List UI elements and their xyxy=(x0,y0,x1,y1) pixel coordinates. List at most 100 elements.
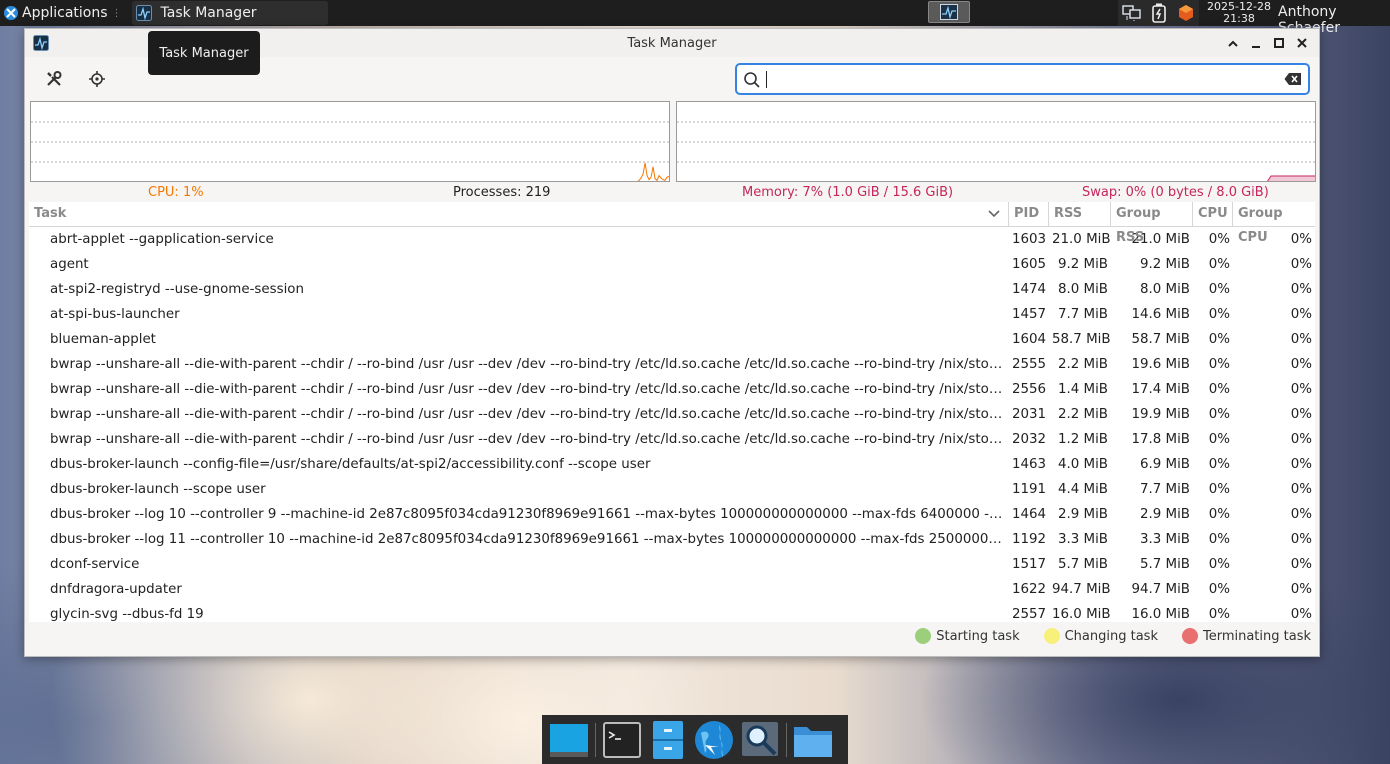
close-button[interactable] xyxy=(1290,35,1313,51)
dock xyxy=(542,715,848,764)
cell-grss: 8.0 MiB xyxy=(1139,282,1190,297)
cell-pid: 1604 xyxy=(1012,332,1047,347)
network-icon[interactable] xyxy=(1118,0,1145,26)
column-header-group-cpu[interactable]: Group CPU xyxy=(1233,202,1315,245)
table-row[interactable]: agent 1605 9.2 MiB 9.2 MiB 0% 0% xyxy=(29,252,1315,277)
dock-separator xyxy=(595,722,596,757)
cell-pid: 2555 xyxy=(1012,357,1047,372)
shade-button[interactable] xyxy=(1221,35,1244,51)
cell-cpu: 0% xyxy=(1208,407,1230,422)
table-row[interactable]: at-spi-bus-launcher 1457 7.7 MiB 14.6 MiB 0%… xyxy=(29,302,1315,327)
table-row[interactable]: dbus-broker --log 11 --controller 10 --m… xyxy=(29,527,1315,552)
applications-menu[interactable]: Applications ⋮ xyxy=(0,0,128,26)
table-row[interactable]: dbus-broker-launch --config-file=/usr/sh… xyxy=(29,452,1315,477)
cell-task: bwrap --unshare-all --die-with-parent --… xyxy=(50,357,1009,372)
cell-grss: 94.7 MiB xyxy=(1131,582,1190,597)
cell-task: bwrap --unshare-all --die-with-parent --… xyxy=(50,407,1009,422)
cell-grss: 19.6 MiB xyxy=(1131,357,1190,372)
search-icon[interactable] xyxy=(737,717,783,763)
table-row[interactable]: dbus-broker-launch --scope user 1191 4.4 M… xyxy=(29,477,1315,502)
cell-rss: 9.2 MiB xyxy=(1057,257,1108,272)
table-row[interactable]: bwrap --unshare-all --die-with-parent --… xyxy=(29,377,1315,402)
column-header-pid[interactable]: PID xyxy=(1009,202,1049,227)
maximize-button[interactable] xyxy=(1267,35,1290,51)
cell-rss: 2.2 MiB xyxy=(1057,357,1108,372)
cell-pid: 2032 xyxy=(1012,432,1047,447)
cell-rss: 3.3 MiB xyxy=(1057,532,1108,547)
column-header-rss[interactable]: RSS xyxy=(1049,202,1111,227)
cell-cpu: 0% xyxy=(1208,507,1230,522)
cell-grss: 17.4 MiB xyxy=(1131,382,1190,397)
cell-gcpu: 0% xyxy=(1290,382,1312,397)
settings-tools-button[interactable] xyxy=(41,67,67,91)
cell-task: abrt-applet --gapplication-service xyxy=(50,232,274,247)
text-cursor xyxy=(766,71,767,88)
table-row[interactable]: glycin-svg --dbus-fd 19 2557 16.0 MiB 16.0 … xyxy=(29,602,1315,622)
column-header-cpu[interactable]: CPU xyxy=(1193,202,1233,227)
swap-usage-label: Swap: 0% (0 bytes / 8.0 GiB) xyxy=(1082,185,1269,200)
cell-rss: 21.0 MiB xyxy=(1052,232,1111,247)
table-row[interactable]: dconf-service 1517 5.7 MiB 5.7 MiB 0% 0% xyxy=(29,552,1315,577)
table-row[interactable]: at-spi2-registryd --use-gnome-session 147… xyxy=(29,277,1315,302)
cell-cpu: 0% xyxy=(1208,432,1230,447)
cell-gcpu: 0% xyxy=(1290,557,1312,572)
legend-changing: Changing task xyxy=(1043,628,1158,644)
cell-grss: 16.0 MiB xyxy=(1131,607,1190,622)
battery-icon[interactable] xyxy=(1145,0,1172,26)
table-row[interactable]: dnfdragora-updater 1622 94.7 MiB 94.7 MiB 0%… xyxy=(29,577,1315,602)
cell-gcpu: 0% xyxy=(1290,407,1312,422)
cell-task: agent xyxy=(50,257,89,272)
taskbar-button-label: Task Manager xyxy=(160,5,257,21)
cell-cpu: 0% xyxy=(1208,307,1230,322)
table-row[interactable]: blueman-applet 1604 58.7 MiB 58.7 MiB 0% 0% xyxy=(29,327,1315,352)
crosshair-icon xyxy=(89,71,105,87)
legend-starting: Starting task xyxy=(915,628,1020,644)
cell-cpu: 0% xyxy=(1208,482,1230,497)
cell-gcpu: 0% xyxy=(1290,332,1312,347)
folder-icon[interactable] xyxy=(790,717,836,763)
identify-window-button[interactable] xyxy=(84,67,110,91)
cell-cpu: 0% xyxy=(1208,257,1230,272)
window-controls xyxy=(1221,35,1313,51)
status-legend: Starting task Changing task Terminating … xyxy=(891,628,1311,644)
task-manager-icon xyxy=(135,5,152,21)
update-notifier-icon[interactable] xyxy=(1172,0,1199,26)
cell-grss: 14.6 MiB xyxy=(1131,307,1190,322)
clock[interactable]: 2025-12-28 21:38 xyxy=(1206,1,1272,25)
column-header-group-rss[interactable]: Group RSS xyxy=(1111,202,1193,245)
cell-pid: 2031 xyxy=(1012,407,1047,422)
dock-separator xyxy=(786,722,787,757)
top-panel: Applications ⋮ Task Manager 2025-12-28 2… xyxy=(0,0,1390,36)
web-browser-icon[interactable] xyxy=(691,717,737,763)
workspace-switcher[interactable] xyxy=(928,1,970,23)
minimize-button[interactable] xyxy=(1244,35,1267,51)
cell-task: glycin-svg --dbus-fd 19 xyxy=(50,607,204,622)
cell-gcpu: 0% xyxy=(1290,357,1312,372)
search-icon xyxy=(744,72,760,88)
cell-grss: 17.8 MiB xyxy=(1131,432,1190,447)
file-manager-icon[interactable] xyxy=(645,717,691,763)
search-input[interactable] xyxy=(769,67,1269,91)
table-row[interactable]: bwrap --unshare-all --die-with-parent --… xyxy=(29,402,1315,427)
taskbar-button-task-manager[interactable]: Task Manager xyxy=(131,1,328,25)
cpu-graph xyxy=(30,101,670,182)
cell-pid: 1622 xyxy=(1012,582,1047,597)
table-row[interactable]: dbus-broker --log 10 --controller 9 --ma… xyxy=(29,502,1315,527)
cell-cpu: 0% xyxy=(1208,382,1230,397)
cell-gcpu: 0% xyxy=(1290,307,1312,322)
table-row[interactable]: bwrap --unshare-all --die-with-parent --… xyxy=(29,427,1315,452)
cell-grss: 7.7 MiB xyxy=(1139,482,1190,497)
desktop-icon[interactable] xyxy=(546,717,592,763)
terminal-icon[interactable] xyxy=(599,717,645,763)
table-row[interactable]: bwrap --unshare-all --die-with-parent --… xyxy=(29,352,1315,377)
clear-search-icon[interactable] xyxy=(1284,72,1302,86)
cell-task: dbus-broker-launch --scope user xyxy=(50,482,266,497)
cell-grss: 58.7 MiB xyxy=(1131,332,1190,347)
cell-cpu: 0% xyxy=(1208,532,1230,547)
column-header-task[interactable]: Task xyxy=(29,202,1009,227)
search-box[interactable] xyxy=(735,63,1310,95)
clock-time: 21:38 xyxy=(1223,12,1255,25)
applications-label: Applications xyxy=(22,5,108,21)
cell-task: dbus-broker --log 11 --controller 10 --m… xyxy=(50,532,1009,547)
cell-gcpu: 0% xyxy=(1290,607,1312,622)
